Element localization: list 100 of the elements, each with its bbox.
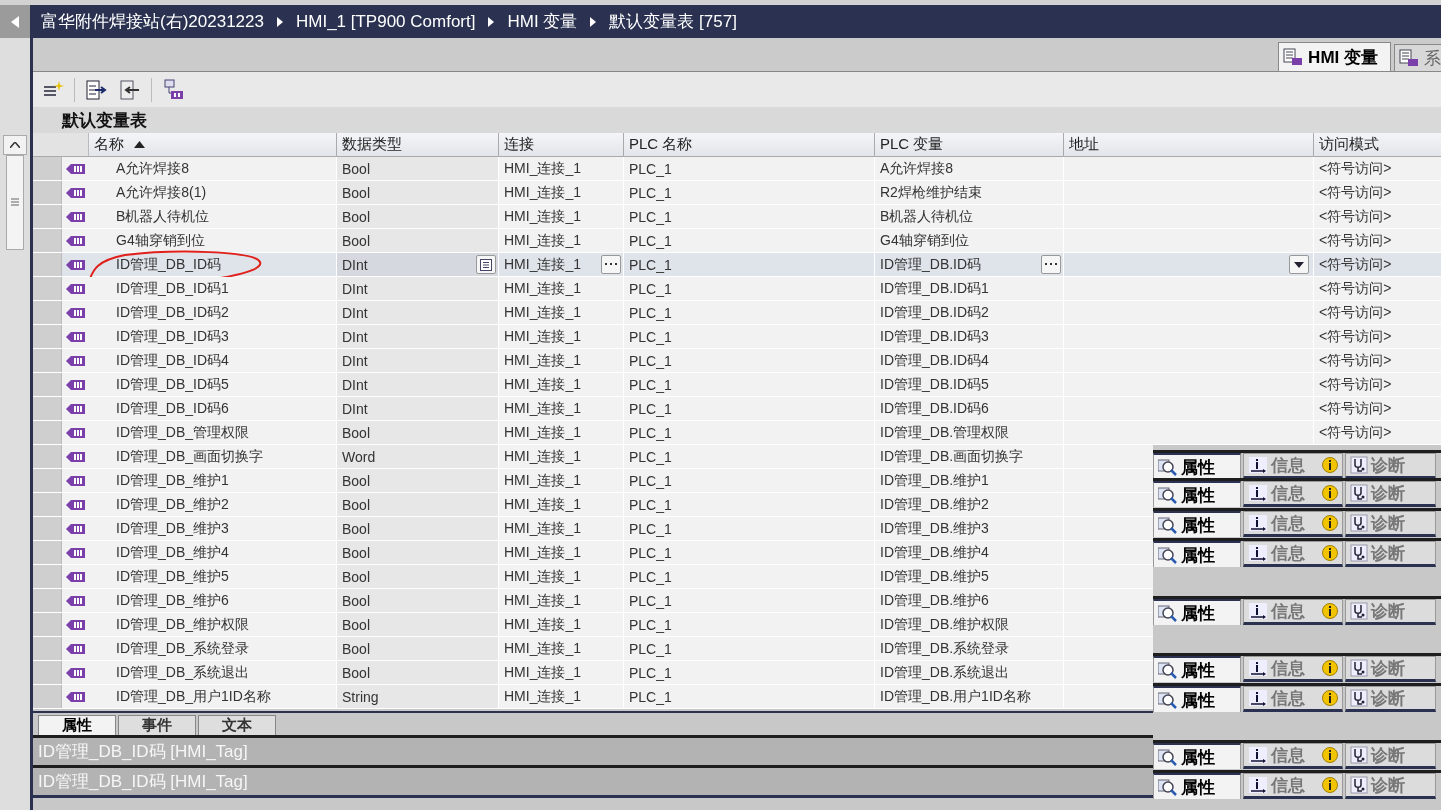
table-cell: ID管理_DB.维护5 <box>880 567 989 586</box>
magnifier-icon <box>1158 604 1178 622</box>
tag-icon <box>65 306 86 319</box>
properties-tab[interactable]: 事件 <box>118 715 196 735</box>
dropdown-button[interactable] <box>1289 255 1309 274</box>
table-cell: Bool <box>342 544 371 561</box>
table-row[interactable]: ID管理_DB_ID码 DInt HMI_连接_1 PLC_1 ID管理_DB.ID码 <符号访问> <box>33 253 1441 277</box>
breadcrumb-item[interactable]: 富华附件焊接站(右)20231223 <box>38 10 267 33</box>
table-cell: A允许焊接8 <box>116 159 190 178</box>
table-cell: HMI_连接_1 <box>504 255 582 274</box>
table-cell: ID管理_DB.ID码2 <box>880 303 989 322</box>
table-cell: HMI_连接_1 <box>504 663 582 682</box>
table-row[interactable]: ID管理_DB_ID码2 DInt HMI_连接_1 PLC_1 ID管理_DB.ID码2 <符号访问> <box>33 301 1441 325</box>
inspector-tab[interactable]: 属性 <box>1153 686 1241 712</box>
breadcrumb-item[interactable]: 默认变量表 [757] <box>606 10 740 33</box>
stethoscope-icon <box>1350 776 1368 794</box>
scrollbar-thumb[interactable] <box>6 155 24 250</box>
column-header[interactable]: 地址 <box>1064 133 1314 156</box>
table-cell: HMI_连接_1 <box>504 399 582 418</box>
inspector-tab[interactable]: 属性 <box>1153 656 1241 682</box>
row-header <box>33 517 62 540</box>
table-row[interactable]: ID管理_DB_ID码3 DInt HMI_连接_1 PLC_1 ID管理_DB.ID码3 <符号访问> <box>33 325 1441 349</box>
info-badge-icon <box>1322 545 1338 561</box>
table-cell: DInt <box>342 400 368 417</box>
table-cell: HMI_连接_1 <box>504 615 582 634</box>
inspector-tab[interactable]: 属性 <box>1153 481 1241 507</box>
table-row[interactable]: ID管理_DB_维护3 Bool HMI_连接_1 PLC_1 ID管理_DB.维护3 <box>33 517 1153 541</box>
browse-button[interactable] <box>601 255 621 274</box>
table-cell: ID管理_DB_ID码4 <box>116 351 229 370</box>
tag-network-icon <box>162 78 184 101</box>
table-row[interactable]: ID管理_DB_用户1ID名称 String HMI_连接_1 PLC_1 ID管理_DB.用户1ID名称 <box>33 685 1153 709</box>
list-icon <box>480 258 492 271</box>
inspector-tab[interactable]: 属性 <box>1153 541 1241 567</box>
inspector-tab[interactable]: 属性 <box>1153 773 1241 799</box>
table-cell: ID管理_DB.系统退出 <box>880 663 1010 682</box>
inspector-tab[interactable]: 属性 <box>1153 599 1241 625</box>
table-row[interactable]: ID管理_DB_ID码5 DInt HMI_连接_1 PLC_1 ID管理_DB.ID码5 <符号访问> <box>33 373 1441 397</box>
inspector-tab[interactable]: 属性 <box>1153 743 1241 769</box>
table-row[interactable]: ID管理_DB_画面切换字 Word HMI_连接_1 PLC_1 ID管理_DB.画面切换字 <box>33 445 1153 469</box>
inspector-tab[interactable]: 属性 <box>1153 453 1241 479</box>
table-row[interactable]: ID管理_DB_ID码6 DInt HMI_连接_1 PLC_1 ID管理_DB.ID码6 <符号访问> <box>33 397 1441 421</box>
tag-icon <box>65 162 86 175</box>
table-cell: HMI_连接_1 <box>504 591 582 610</box>
table-row[interactable]: ID管理_DB_ID码1 DInt HMI_连接_1 PLC_1 ID管理_DB.ID码1 <符号访问> <box>33 277 1441 301</box>
column-header[interactable]: 数据类型 <box>337 133 499 156</box>
row-header <box>33 541 62 564</box>
breadcrumb-item[interactable]: HMI 变量 <box>504 10 581 33</box>
table-cell: <符号访问> <box>1319 159 1392 178</box>
table-row[interactable]: A允许焊接8 Bool HMI_连接_1 PLC_1 A允许焊接8 <符号访问> <box>33 157 1441 181</box>
list-button[interactable] <box>476 255 496 274</box>
table-row[interactable]: ID管理_DB_维护权限 Bool HMI_连接_1 PLC_1 ID管理_DB.维护权限 <box>33 613 1153 637</box>
table-cell: PLC_1 <box>629 160 672 177</box>
column-header[interactable]: PLC 变量 <box>875 133 1064 156</box>
stethoscope-icon <box>1350 544 1368 562</box>
table-row[interactable]: ID管理_DB_维护6 Bool HMI_连接_1 PLC_1 ID管理_DB.维护6 <box>33 589 1153 613</box>
table-cell: DInt <box>342 328 368 345</box>
column-header[interactable]: 连接 <box>499 133 624 156</box>
table-row[interactable]: ID管理_DB_维护4 Bool HMI_连接_1 PLC_1 ID管理_DB.维护4 <box>33 541 1153 565</box>
column-header[interactable]: 名称 <box>89 133 337 156</box>
table-row[interactable]: ID管理_DB_系统登录 Bool HMI_连接_1 PLC_1 ID管理_DB.系统登录 <box>33 637 1153 661</box>
tag-icon <box>65 594 86 607</box>
browse-button[interactable] <box>1041 255 1061 274</box>
row-header <box>33 493 62 516</box>
table-cell: PLC_1 <box>629 304 672 321</box>
table-row[interactable]: B机器人待机位 Bool HMI_连接_1 PLC_1 B机器人待机位 <符号访问> <box>33 205 1441 229</box>
table-cell: PLC_1 <box>629 424 672 441</box>
table-cell: PLC_1 <box>629 184 672 201</box>
inspector-tab[interactable]: 属性 <box>1153 511 1241 537</box>
table-row[interactable]: ID管理_DB_维护1 Bool HMI_连接_1 PLC_1 ID管理_DB.维护1 <box>33 469 1153 493</box>
breadcrumb-item[interactable]: HMI_1 [TP900 Comfort] <box>292 11 479 32</box>
table-row[interactable]: A允许焊接8(1) Bool HMI_连接_1 PLC_1 R2焊枪维护结束 <符号访问> <box>33 181 1441 205</box>
row-header <box>33 157 62 180</box>
table-cell: Word <box>342 448 376 465</box>
table-row[interactable]: ID管理_DB_系统退出 Bool HMI_连接_1 PLC_1 ID管理_DB.系统退出 <box>33 661 1153 685</box>
table-cell: HMI_连接_1 <box>504 543 582 562</box>
table-cell: Bool <box>342 232 371 249</box>
column-header[interactable]: 访问模式 <box>1314 133 1441 156</box>
table-cell: HMI_连接_1 <box>504 447 582 466</box>
row-header <box>33 613 62 636</box>
row-header <box>33 637 62 660</box>
table-row[interactable]: ID管理_DB_维护2 Bool HMI_连接_1 PLC_1 ID管理_DB.维护2 <box>33 493 1153 517</box>
table-cell: A允许焊接8 <box>880 159 954 178</box>
caret-icon <box>488 16 495 27</box>
magnifier-icon <box>1158 691 1178 709</box>
table-row[interactable]: ID管理_DB_ID码4 DInt HMI_连接_1 PLC_1 ID管理_DB.ID码4 <符号访问> <box>33 349 1441 373</box>
ellipsis-icon <box>605 263 617 266</box>
stethoscope-icon <box>1350 659 1368 677</box>
properties-tab[interactable]: 属性 <box>38 715 116 735</box>
tag-icon <box>65 186 86 199</box>
scroll-up-button[interactable] <box>3 135 27 155</box>
row-header <box>33 397 62 420</box>
table-row[interactable]: ID管理_DB_管理权限 Bool HMI_连接_1 PLC_1 ID管理_DB.管理权限 <符号访问> <box>33 421 1441 445</box>
tag-icon <box>65 402 86 415</box>
table-cell: <符号访问> <box>1319 423 1392 442</box>
sort-icon <box>134 141 145 148</box>
table-row[interactable]: G4轴穿销到位 Bool HMI_连接_1 PLC_1 G4轴穿销到位 <符号访问> <box>33 229 1441 253</box>
column-header[interactable]: PLC 名称 <box>624 133 875 156</box>
back-button[interactable] <box>0 5 30 38</box>
table-row[interactable]: ID管理_DB_维护5 Bool HMI_连接_1 PLC_1 ID管理_DB.维护5 <box>33 565 1153 589</box>
properties-tab[interactable]: 文本 <box>198 715 276 735</box>
